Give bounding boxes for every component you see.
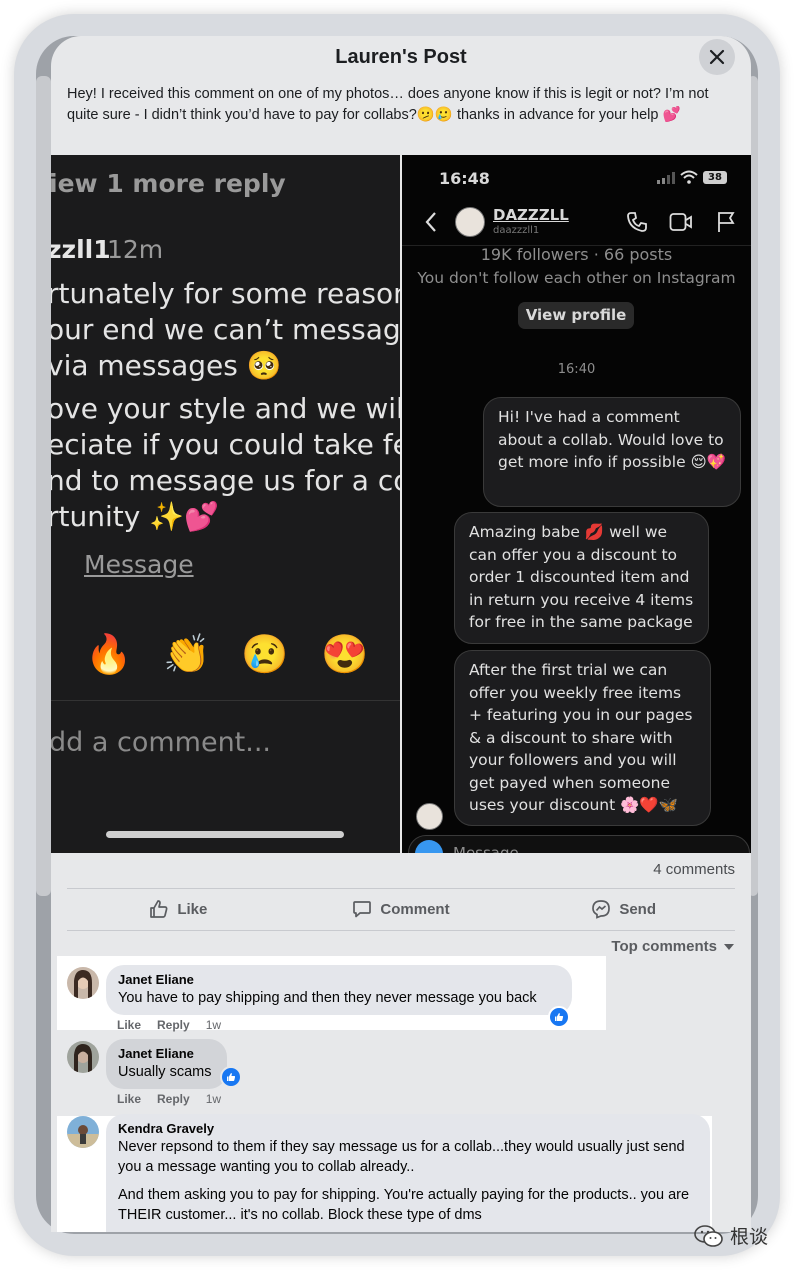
add-comment-placeholder: dd a comment... [51, 727, 272, 758]
comment-text: You have to pay shipping and then they n… [118, 990, 537, 1006]
battery-icon: 38 [703, 171, 727, 184]
avatar-photo [67, 1041, 99, 1073]
comment-meta: Like Reply 1w [117, 1092, 221, 1106]
avatar[interactable] [67, 1116, 99, 1148]
dm-avatar [455, 207, 485, 237]
dm-sender-avatar [416, 803, 443, 830]
dm-message-received: After the first trial we can offer you w… [454, 650, 711, 826]
comment-reply-link[interactable]: Reply [157, 1018, 190, 1032]
send-button[interactable]: Send [512, 889, 735, 929]
wifi-icon [680, 170, 698, 184]
sort-comments-dropdown[interactable]: Top comments [611, 938, 735, 955]
avatar-photo [67, 1116, 99, 1148]
comment-username: zzll1 [51, 235, 111, 264]
comment-button[interactable]: Comment [290, 889, 513, 929]
comment-text: Usually scams [118, 1064, 212, 1080]
thumbs-up-icon [150, 900, 168, 918]
close-icon [709, 49, 725, 65]
send-label: Send [619, 900, 657, 918]
comment-line: rtunity ✨💕 [51, 500, 219, 533]
close-button[interactable] [699, 39, 735, 75]
comment-line: via messages 🥺 [51, 349, 282, 382]
fire-emoji-icon: 🔥 [85, 634, 133, 676]
comment-line: our end we can’t message [51, 313, 400, 346]
comment-time: 1w [205, 1018, 222, 1032]
comment-line: rtunately for some reason [51, 277, 400, 310]
thumbs-up-icon [555, 1013, 564, 1021]
signal-icon [657, 172, 675, 184]
comment-author[interactable]: Janet Eliane [118, 1045, 215, 1062]
thumbs-up-icon [227, 1073, 236, 1081]
avatar-photo [67, 967, 99, 999]
post-image[interactable]: iew 1 more reply zzll1 12m rtunately for… [51, 155, 751, 853]
wechat-icon [694, 1224, 723, 1247]
dm-composer: Message... [408, 835, 750, 853]
messenger-icon [592, 900, 611, 919]
comment-text: And them asking you to pay for shipping.… [118, 1187, 690, 1223]
comment-count[interactable]: 4 comments [653, 861, 735, 878]
like-button[interactable]: Like [67, 889, 290, 929]
dm-followers: 19K followers · 66 posts [480, 245, 673, 264]
instagram-dm-screenshot: 16:48 38 DAZZZLL daazzzll1 19K followers… [402, 155, 751, 853]
post-caption: Hey! I received this comment on one of m… [67, 86, 709, 123]
dm-handle: daazzzll1 [493, 225, 540, 236]
home-indicator [106, 831, 344, 838]
clap-emoji-icon: 👏 [163, 634, 211, 676]
view-profile-button: View profile [518, 302, 634, 329]
comment-like-link[interactable]: Like [117, 1018, 141, 1032]
comment-author[interactable]: Janet Eliane [118, 971, 560, 988]
comment-text: Never repsond to them if they say messag… [118, 1139, 685, 1175]
comment-line: eciate if you could take fev [51, 428, 400, 461]
dm-message-received: Amazing babe 💋 well we can offer you a d… [454, 512, 709, 644]
like-label: Like [177, 900, 208, 918]
comment-author[interactable]: Kendra Gravely [118, 1120, 698, 1137]
view-more-replies: iew 1 more reply [51, 169, 286, 198]
heart-eyes-emoji-icon: 😍 [321, 634, 369, 676]
dm-username: DAZZZLL [493, 206, 569, 224]
comment-like-link[interactable]: Like [117, 1092, 141, 1106]
camera-icon [415, 840, 443, 853]
comment-bubble: Kendra Gravely Never repsond to them if … [106, 1114, 710, 1232]
instagram-comment-screenshot: iew 1 more reply zzll1 12m rtunately for… [51, 155, 400, 853]
comment-time: 12m [107, 235, 164, 264]
cry-emoji-icon: 😢 [241, 634, 289, 676]
comment-line: nd to message us for a co [51, 464, 400, 497]
dm-composer-placeholder: Message... [453, 844, 534, 853]
comment-label: Comment [380, 900, 450, 918]
divider [67, 930, 735, 931]
dm-follow-note: You don't follow each other on Instagram [417, 269, 736, 287]
comment-meta: Like Reply 1w [117, 1018, 221, 1032]
avatar[interactable] [67, 967, 99, 999]
comment-bubble: Janet Eliane You have to pay shipping an… [106, 965, 572, 1015]
dm-message-sent: Hi! I've had a comment about a collab. W… [483, 397, 741, 507]
caret-down-icon [724, 943, 734, 950]
modal-title: Lauren's Post [335, 45, 467, 68]
watermark: 根谈 [694, 1222, 768, 1249]
dm-timestamp: 16:40 [557, 362, 596, 377]
back-arrow-icon [425, 212, 436, 232]
avatar[interactable] [67, 1041, 99, 1073]
reaction-badge[interactable] [548, 1006, 570, 1028]
video-call-icon [669, 213, 692, 231]
comment-bubble-icon [353, 901, 372, 918]
status-clock: 16:48 [439, 169, 490, 188]
watermark-text: 根谈 [729, 1227, 768, 1248]
sort-label: Top comments [611, 938, 717, 955]
comment-bubble: Janet Eliane Usually scams [106, 1039, 227, 1089]
flag-icon [718, 212, 735, 232]
post-actions: Like Comment Send [67, 889, 735, 929]
comment-line: ove your style and we will [51, 392, 400, 425]
phone-icon [627, 212, 647, 232]
message-link: Message [84, 550, 194, 579]
comment-reply-link[interactable]: Reply [157, 1092, 190, 1106]
modal-header: Lauren's Post [51, 36, 751, 78]
comment-time: 1w [205, 1092, 222, 1106]
reaction-badge[interactable] [220, 1066, 242, 1088]
